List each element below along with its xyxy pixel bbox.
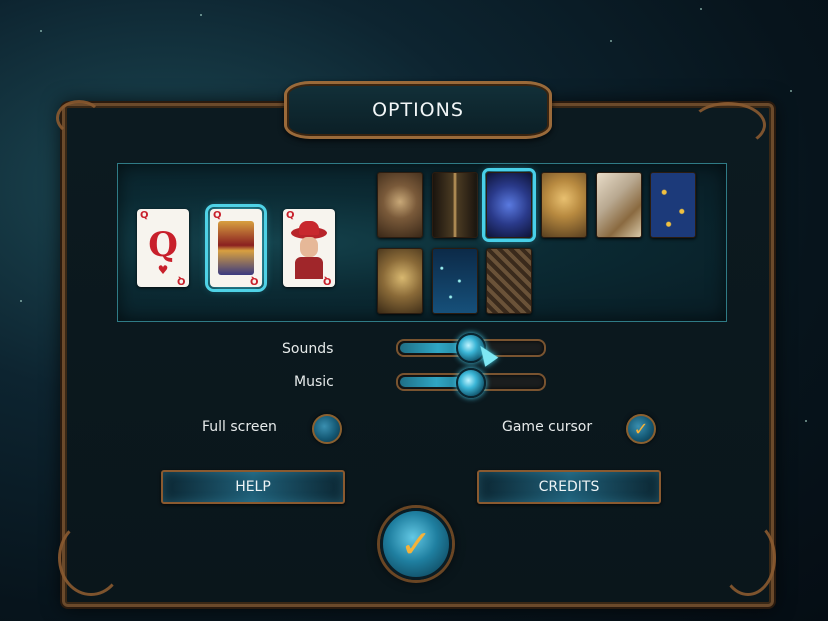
classic-queen-card[interactable]: Q Q ♥ Q [137, 209, 189, 287]
card-rank-bottom: Q [250, 275, 259, 286]
title-plate: OPTIONS [284, 81, 552, 139]
ornate-queen-card[interactable]: Q Q [205, 204, 267, 292]
credits-button[interactable]: CREDITS [477, 470, 661, 504]
card-rank: Q [140, 210, 149, 221]
illustrated-queen-card[interactable]: Q Q [283, 209, 335, 287]
card-rank: Q [213, 210, 222, 221]
starry-blue-back[interactable] [650, 172, 696, 238]
full-screen-toggle[interactable] [312, 414, 342, 444]
help-button-label: HELP [235, 479, 271, 495]
page-title: OPTIONS [372, 99, 464, 121]
ornament-vine-bl [58, 520, 124, 596]
confirm-button[interactable]: ✓ [380, 508, 452, 580]
pocket-watch-back[interactable] [377, 172, 423, 238]
music-label: Music [294, 374, 334, 390]
feather-back[interactable] [596, 172, 642, 238]
help-button[interactable]: HELP [161, 470, 345, 504]
full-screen-label: Full screen [202, 419, 277, 435]
credits-button-label: CREDITS [538, 479, 600, 495]
ornament-vine-br [720, 520, 776, 596]
night-creature-back[interactable] [482, 168, 536, 242]
night-sky-back[interactable] [432, 248, 478, 314]
tangled-roots-back[interactable] [486, 248, 532, 314]
checkmark-icon: ✓ [400, 522, 432, 566]
red-hat-woman-icon [289, 219, 329, 279]
card-rank-bottom: Q [323, 275, 332, 286]
sounds-label: Sounds [282, 341, 334, 357]
card-center-rank: Q [148, 225, 178, 265]
game-cursor-label: Game cursor [502, 419, 593, 435]
golden-coin-back[interactable] [541, 172, 587, 238]
dark-corridor-back[interactable] [432, 172, 478, 238]
checkmark-icon: ✓ [633, 418, 649, 440]
ornament-vine-tr [690, 102, 766, 148]
compass-back[interactable] [377, 248, 423, 314]
ornament-vine-tl [56, 100, 102, 136]
queen-portrait-icon [218, 221, 254, 275]
music-slider-handle[interactable] [456, 368, 486, 398]
card-rank-bottom: Q [177, 275, 186, 286]
game-cursor-toggle[interactable]: ✓ [626, 414, 656, 444]
